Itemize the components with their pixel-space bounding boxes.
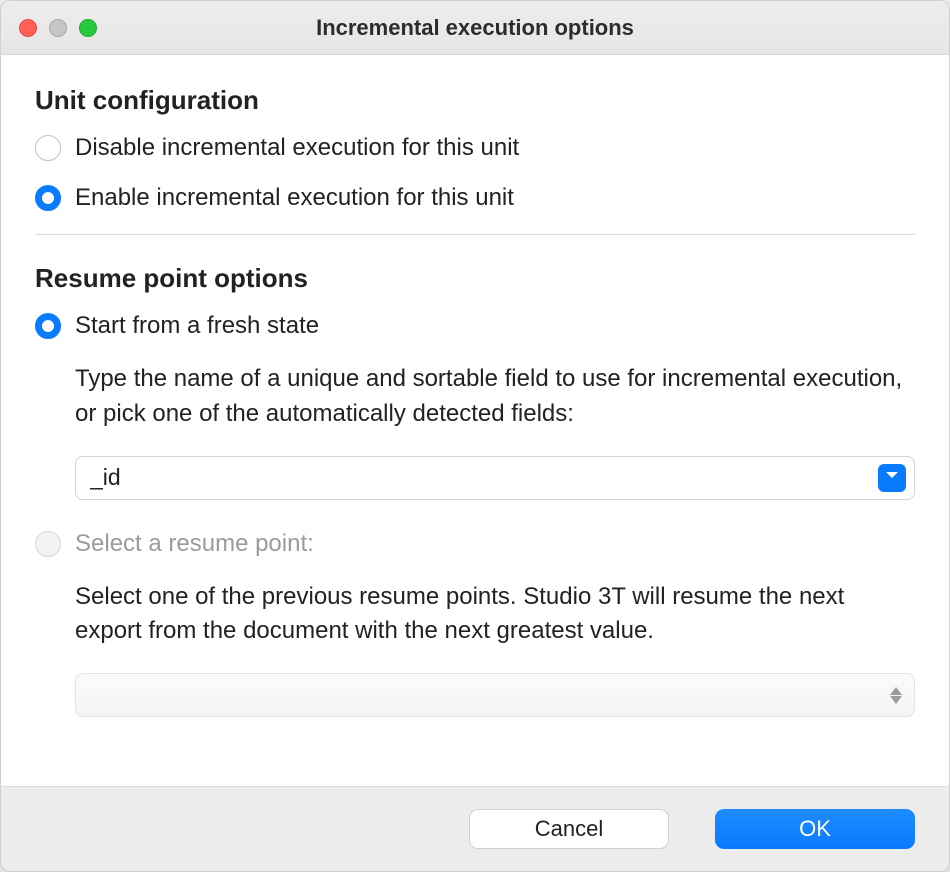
radio-icon: [35, 135, 61, 161]
unit-configuration-heading: Unit configuration: [35, 85, 915, 116]
window-title: Incremental execution options: [1, 15, 949, 41]
dialog-window: Incremental execution options Unit confi…: [0, 0, 950, 872]
ok-button[interactable]: OK: [715, 809, 915, 849]
radio-icon: [35, 531, 61, 557]
radio-fresh-label: Start from a fresh state: [75, 312, 319, 340]
radio-enable-incremental[interactable]: Enable incremental execution for this un…: [35, 184, 915, 212]
radio-icon: [35, 313, 61, 339]
resume-point-select: [75, 673, 915, 717]
field-name-input[interactable]: [90, 464, 878, 491]
traffic-lights: [19, 19, 97, 37]
combobox-dropdown-button[interactable]: [878, 464, 906, 492]
radio-select-resume-label: Select a resume point:: [75, 530, 314, 558]
titlebar: Incremental execution options: [1, 1, 949, 55]
radio-disable-label: Disable incremental execution for this u…: [75, 134, 519, 162]
radio-enable-label: Enable incremental execution for this un…: [75, 184, 514, 212]
fresh-state-description: Type the name of a unique and sortable f…: [75, 362, 915, 432]
field-name-combobox[interactable]: [75, 456, 915, 500]
stepper-icon: [890, 687, 902, 704]
resume-point-description: Select one of the previous resume points…: [75, 580, 915, 650]
dialog-content: Unit configuration Disable incremental e…: [1, 55, 949, 786]
minimize-window-button[interactable]: [49, 19, 67, 37]
radio-disable-incremental[interactable]: Disable incremental execution for this u…: [35, 134, 915, 162]
section-divider: [35, 234, 915, 235]
resume-point-heading: Resume point options: [35, 263, 915, 294]
radio-select-resume-point: Select a resume point:: [35, 530, 915, 558]
chevron-down-icon: [885, 468, 899, 487]
dialog-footer: Cancel OK: [1, 786, 949, 871]
radio-fresh-state[interactable]: Start from a fresh state: [35, 312, 915, 340]
close-window-button[interactable]: [19, 19, 37, 37]
cancel-button[interactable]: Cancel: [469, 809, 669, 849]
maximize-window-button[interactable]: [79, 19, 97, 37]
radio-icon: [35, 185, 61, 211]
